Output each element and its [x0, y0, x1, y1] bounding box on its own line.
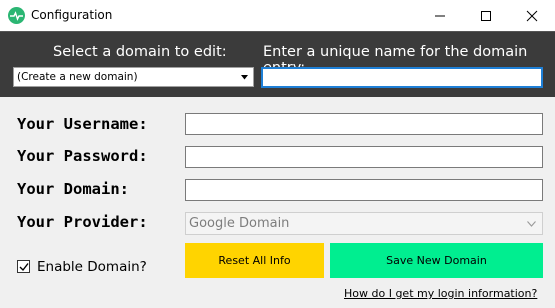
domain-header: Select a domain to edit: Enter a unique …	[0, 31, 555, 97]
maximize-button[interactable]	[463, 0, 509, 31]
username-input[interactable]	[185, 113, 543, 135]
domain-select[interactable]: (Create a new domain)	[13, 67, 254, 87]
title-bar: Configuration	[0, 0, 555, 31]
provider-label: Your Provider:	[17, 213, 148, 231]
password-label: Your Password:	[17, 147, 148, 165]
dropdown-arrow-icon	[241, 75, 248, 80]
enable-domain-checkbox[interactable]	[17, 260, 30, 273]
enable-domain-label: Enable Domain?	[37, 259, 147, 275]
domain-label: Your Domain:	[17, 180, 129, 198]
checkmark-icon	[19, 263, 29, 272]
save-new-domain-button[interactable]: Save New Domain	[330, 243, 543, 278]
login-help-link[interactable]: How do I get my login information?	[344, 287, 537, 300]
window-title: Configuration	[31, 8, 113, 22]
chevron-down-icon	[527, 221, 536, 227]
domain-select-value: (Create a new domain)	[17, 71, 138, 83]
provider-value: Google Domain	[189, 216, 290, 231]
close-button[interactable]	[509, 0, 555, 31]
minimize-button[interactable]	[417, 0, 463, 31]
password-input[interactable]	[185, 146, 543, 168]
select-domain-label: Select a domain to edit:	[53, 44, 227, 60]
close-icon	[526, 10, 538, 22]
reset-all-info-button[interactable]: Reset All Info	[185, 243, 324, 278]
maximize-icon	[481, 11, 491, 21]
heartbeat-icon	[8, 7, 25, 24]
domain-input[interactable]	[185, 179, 543, 201]
minimize-icon	[435, 15, 445, 17]
provider-select[interactable]: Google Domain	[185, 212, 543, 235]
username-label: Your Username:	[17, 115, 148, 133]
domain-name-input[interactable]	[261, 67, 543, 88]
